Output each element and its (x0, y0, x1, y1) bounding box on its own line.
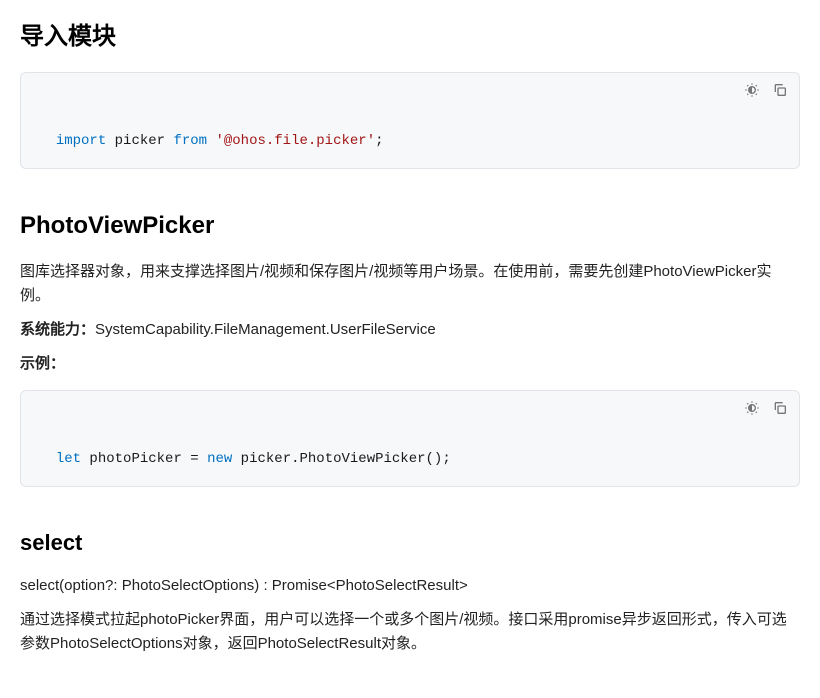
select-signature: select(option?: PhotoSelectOptions) : Pr… (20, 574, 800, 598)
semicolon: ; (375, 133, 383, 149)
photoviewpicker-desc: 图库选择器对象，用来支撑选择图片/视频和保存图片/视频等用户场景。在使用前，需要… (20, 260, 800, 308)
code-toolbar (743, 399, 789, 417)
copy-icon[interactable] (771, 399, 789, 417)
code-content: let photoPicker = new picker.PhotoViewPi… (56, 451, 451, 467)
syscap-value: SystemCapability.FileManagement.UserFile… (95, 321, 436, 338)
import-module-heading: 导入模块 (20, 18, 800, 56)
identifier: picker (106, 133, 173, 149)
theme-toggle-icon[interactable] (743, 399, 761, 417)
keyword-new: new (207, 451, 232, 467)
keyword-import: import (56, 133, 106, 149)
select-desc: 通过选择模式拉起photoPicker界面，用户可以选择一个或多个图片/视频。接… (20, 608, 800, 656)
code-toolbar (743, 81, 789, 99)
example-label: 示例： (20, 352, 800, 376)
code-block-photoviewpicker: let photoPicker = new picker.PhotoViewPi… (20, 390, 800, 487)
code-content: import picker from '@ohos.file.picker'; (56, 133, 384, 149)
syscap-label: 系统能力： (20, 321, 95, 338)
keyword-let: let (56, 451, 81, 467)
photoviewpicker-heading: PhotoViewPicker (20, 207, 800, 245)
string-literal: '@ohos.file.picker' (215, 133, 375, 149)
syscap-line: 系统能力：SystemCapability.FileManagement.Use… (20, 318, 800, 342)
code-block-import: import picker from '@ohos.file.picker'; (20, 72, 800, 169)
copy-icon[interactable] (771, 81, 789, 99)
keyword-from: from (173, 133, 207, 149)
decl: photoPicker = (81, 451, 207, 467)
call: picker.PhotoViewPicker(); (232, 451, 450, 467)
example-label-text: 示例： (20, 355, 65, 372)
theme-toggle-icon[interactable] (743, 81, 761, 99)
